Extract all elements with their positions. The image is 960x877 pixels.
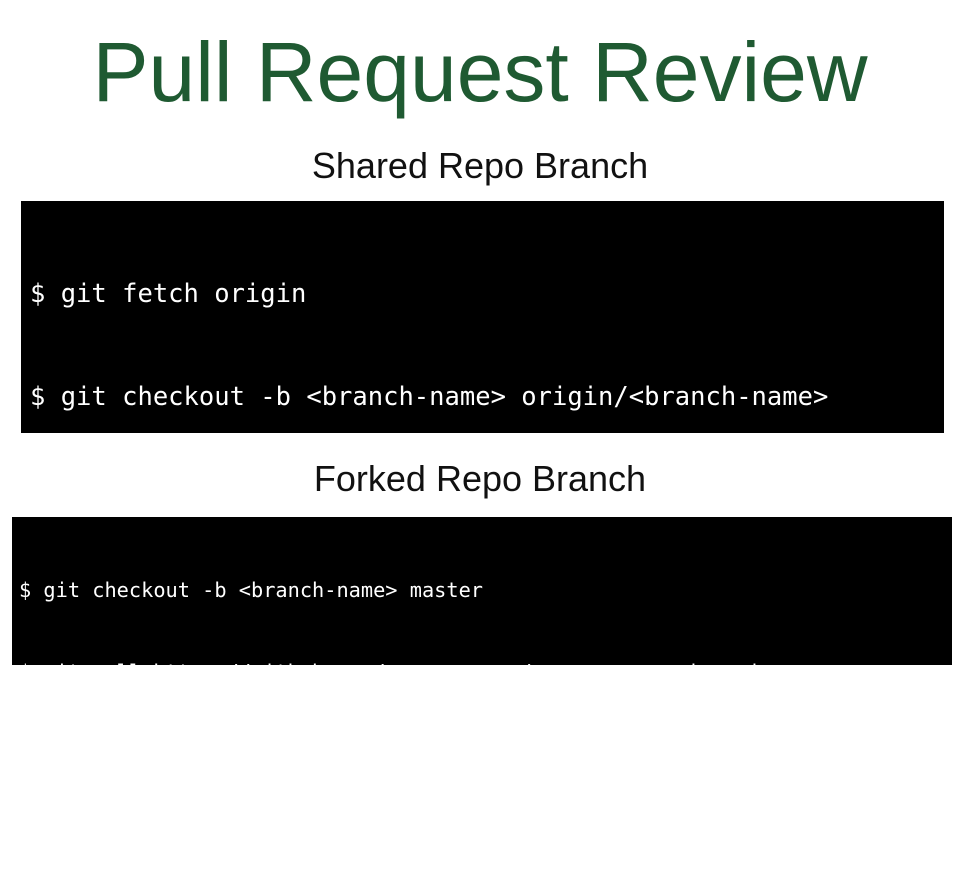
code-line: $ git push https://github.com/<user-name… [19, 823, 838, 848]
forked-repo-code-block: $ git checkout -b <branch-name> master $… [12, 517, 952, 847]
shared-repo-code-block: $ git fetch origin $ git checkout -b <br… [21, 201, 944, 719]
shared-repo-heading: Shared Repo Branch [311, 145, 649, 186]
slide-title: Pull Request Review [92, 25, 868, 119]
forked-repo-heading: Forked Repo Branch [313, 458, 647, 499]
code-line: $ git checkout -b <branch-name> origin/<… [30, 381, 829, 412]
code-line: $ git pull https://github.com/<user-name… [19, 659, 838, 684]
code-line: $ git checkout -b <branch-name> master [19, 578, 483, 602]
code-line: $ git fetch origin [30, 279, 307, 309]
